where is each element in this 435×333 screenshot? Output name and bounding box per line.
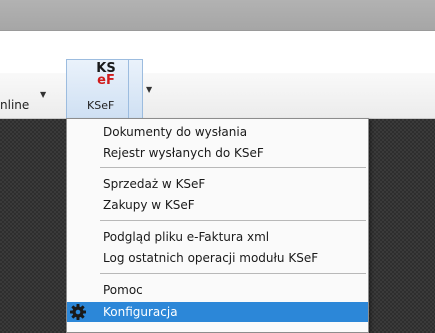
menu-separator — [100, 220, 366, 221]
menu-separator — [100, 167, 366, 168]
menu-item-dokumenty-do-wyslania[interactable]: Dokumenty do wysłania — [67, 122, 368, 142]
chevron-down-icon: ▼ — [146, 85, 153, 94]
menu-item-zakupy[interactable]: Zakupy w KSeF — [67, 195, 368, 215]
menu-item-podglad-pliku[interactable]: Podgląd pliku e-Faktura xml — [67, 227, 368, 247]
gear-icon — [70, 304, 86, 320]
menu-item-konfiguracja[interactable]: Konfiguracja — [67, 302, 368, 322]
menu-separator — [100, 273, 366, 274]
ksef-dropdown-toggle[interactable] — [128, 60, 142, 118]
menu-item-pomoc[interactable]: Pomoc — [67, 280, 368, 300]
menu-item-log-operacji[interactable]: Log ostatnich operacji modułu KSeF — [67, 248, 368, 268]
window-title-strip — [0, 0, 435, 31]
menu-item-rejestr-wyslanych[interactable]: Rejestr wysłanych do KSeF — [67, 143, 368, 163]
dropdown-arrow-icon[interactable]: ▼ — [40, 90, 46, 99]
menu-item-sprzedaz[interactable]: Sprzedaż w KSeF — [67, 174, 368, 194]
ksef-button-label: KSeF — [87, 99, 115, 112]
ribbon-button-online-label[interactable]: nline — [0, 98, 29, 112]
ksef-ribbon-button[interactable]: KS eF KSeF ▼ — [66, 59, 152, 119]
ksef-logo-icon: KS eF — [96, 61, 116, 88]
ksef-dropdown-menu: Dokumenty do wysłania Rejestr wysłanych … — [66, 118, 369, 333]
